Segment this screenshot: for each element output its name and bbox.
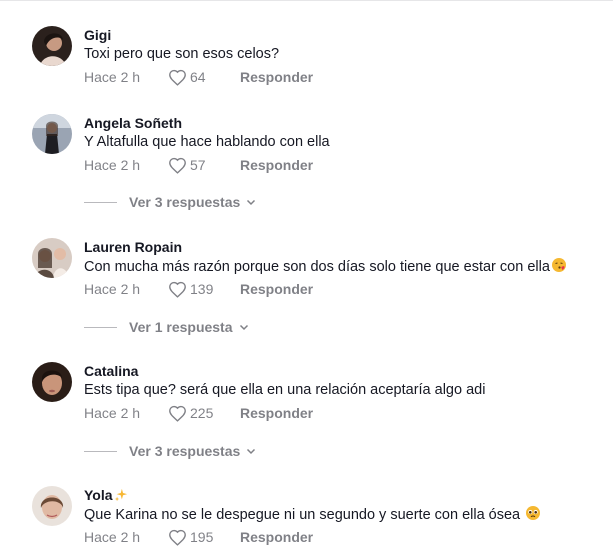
- comment-username-text: Yola: [84, 487, 113, 503]
- reply-button[interactable]: Responder: [240, 157, 313, 173]
- heart-icon: [169, 529, 186, 546]
- comment-username[interactable]: Yola: [84, 486, 128, 504]
- avatar[interactable]: [32, 114, 72, 154]
- comment-username[interactable]: Lauren Ropain: [84, 238, 182, 256]
- comment-meta: Hace 2 h 139 Responder: [84, 280, 313, 298]
- comment-time: Hace 2 h: [84, 405, 141, 421]
- reply-button[interactable]: Responder: [240, 69, 313, 85]
- like-button[interactable]: 225: [168, 405, 230, 422]
- comment-username[interactable]: Gigi: [84, 26, 111, 44]
- avatar-photo-icon: [32, 238, 72, 278]
- comment-item: Yola Que Karina no se le despegue ni un …: [32, 486, 607, 546]
- sparkles-icon: [114, 488, 127, 502]
- like-count: 139: [190, 281, 214, 297]
- comment-text: Que Karina no se le despegue ni un segun…: [84, 505, 541, 524]
- like-button[interactable]: 57: [168, 157, 230, 174]
- pleading-face-icon: [526, 506, 541, 520]
- like-button[interactable]: 139: [168, 281, 230, 298]
- comment-username[interactable]: Angela Soñeth: [84, 114, 182, 132]
- reply-button[interactable]: Responder: [240, 405, 313, 421]
- like-count: 225: [190, 405, 214, 421]
- view-replies-label: Ver 1 respuesta: [129, 319, 233, 335]
- like-button[interactable]: 195: [168, 529, 230, 546]
- divider-dash: [84, 201, 117, 203]
- view-replies-label: Ver 3 respuestas: [129, 194, 241, 210]
- comment-meta: Hace 2 h 57 Responder: [84, 156, 313, 174]
- chevron-down-icon: [247, 199, 256, 206]
- like-button[interactable]: 64: [168, 69, 230, 86]
- like-count: 64: [190, 69, 206, 85]
- like-count: 195: [190, 529, 214, 545]
- comment-username[interactable]: Catalina: [84, 362, 138, 380]
- avatar-photo-icon: [32, 26, 72, 66]
- view-replies-button[interactable]: Ver 3 respuestas: [84, 443, 256, 459]
- comment-time: Hace 2 h: [84, 157, 141, 173]
- chevron-down-icon: [247, 448, 256, 455]
- comment-text: Con mucha más razón porque son dos días …: [84, 257, 567, 276]
- reply-button[interactable]: Responder: [240, 529, 313, 545]
- comment-item: Catalina Ests tipa que? será que ella en…: [32, 362, 607, 422]
- divider-dash: [84, 450, 117, 452]
- avatar[interactable]: [32, 26, 72, 66]
- avatar[interactable]: [32, 238, 72, 278]
- heart-icon: [169, 69, 186, 86]
- avatar[interactable]: [32, 486, 72, 526]
- view-replies-button[interactable]: Ver 3 respuestas: [84, 194, 256, 210]
- divider-dash: [84, 326, 117, 328]
- comment-meta: Hace 2 h 225 Responder: [84, 404, 313, 422]
- comment-text: Y Altafulla que hace hablando con ella: [84, 134, 330, 150]
- view-replies-button[interactable]: Ver 1 respuesta: [84, 319, 249, 335]
- comment-meta: Hace 2 h 195 Responder: [84, 528, 313, 546]
- comment-item: Angela Soñeth Y Altafulla que hace habla…: [32, 114, 607, 174]
- avatar[interactable]: [32, 362, 72, 402]
- heart-icon: [169, 281, 186, 298]
- comment-text-content: Que Karina no se le despegue ni un segun…: [84, 507, 521, 523]
- comment-meta: Hace 2 h 64 Responder: [84, 68, 313, 86]
- like-count: 57: [190, 157, 206, 173]
- comment-item: Lauren Ropain Con mucha más razón porque…: [32, 238, 607, 298]
- comment-text-content: Con mucha más razón porque son dos días …: [84, 259, 550, 275]
- heart-icon: [169, 157, 186, 174]
- comment-time: Hace 2 h: [84, 281, 141, 297]
- heart-icon: [169, 405, 186, 422]
- comment-text: Ests tipa que? será que ella en una rela…: [84, 382, 486, 398]
- view-replies-label: Ver 3 respuestas: [129, 443, 241, 459]
- comment-time: Hace 2 h: [84, 529, 141, 545]
- avatar-photo-icon: [32, 486, 72, 526]
- comment-time: Hace 2 h: [84, 69, 141, 85]
- face-blowing-kiss-icon: [551, 258, 566, 272]
- reply-button[interactable]: Responder: [240, 281, 313, 297]
- avatar-photo-icon: [32, 114, 72, 154]
- top-divider: [0, 0, 613, 1]
- comment-item: Gigi Toxi pero que son esos celos? Hace …: [32, 26, 607, 86]
- avatar-photo-icon: [32, 362, 72, 402]
- chevron-down-icon: [239, 324, 248, 331]
- comment-text: Toxi pero que son esos celos?: [84, 46, 280, 62]
